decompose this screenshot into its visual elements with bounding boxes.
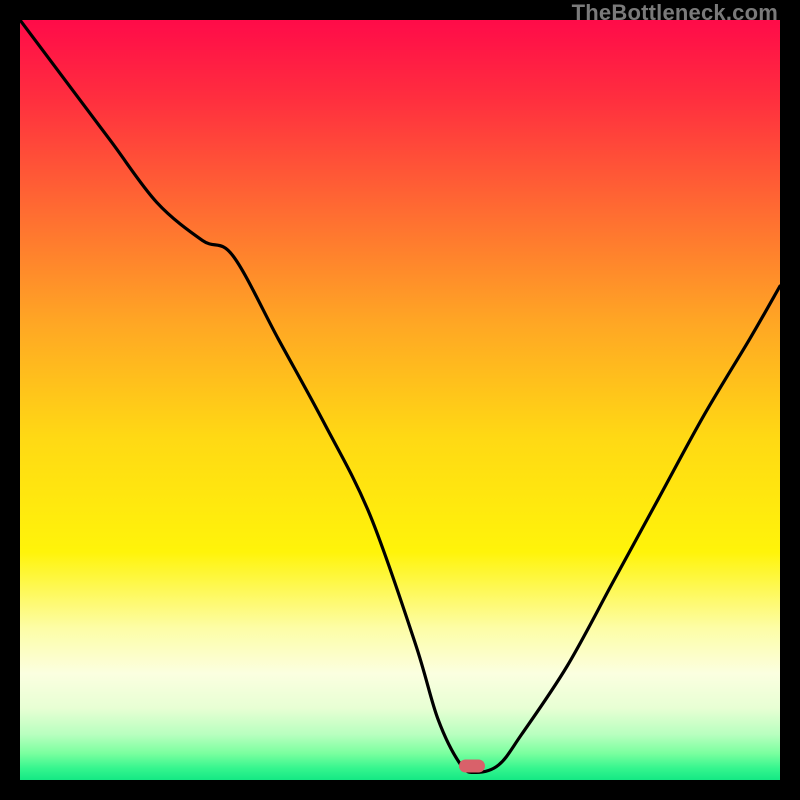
chart-frame: TheBottleneck.com — [0, 0, 800, 800]
bottleneck-curve — [20, 20, 780, 780]
plot-area — [20, 20, 780, 780]
optimal-marker — [459, 760, 485, 773]
